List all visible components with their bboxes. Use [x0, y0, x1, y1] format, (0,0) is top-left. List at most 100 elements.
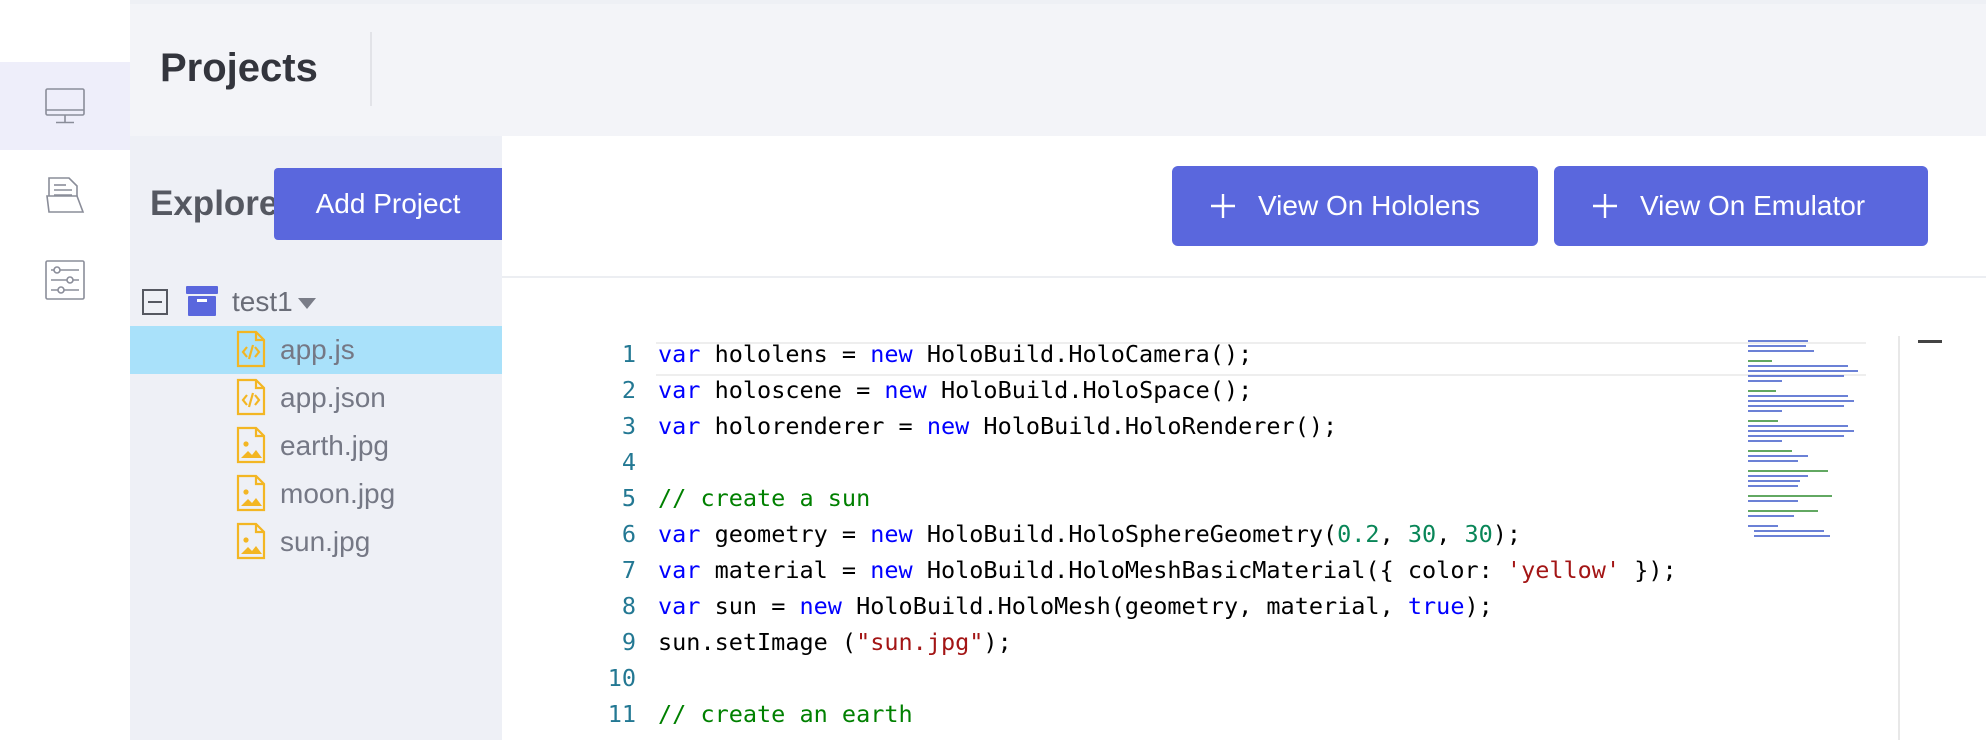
- monitor-icon: [45, 88, 85, 124]
- code-token: new: [870, 340, 913, 368]
- explorer-label: Explore: [150, 184, 279, 223]
- code-token: );: [1492, 520, 1522, 548]
- overview-ruler-marker: [1918, 340, 1942, 343]
- line-number: 9: [621, 628, 636, 656]
- plus-icon: [1593, 194, 1617, 218]
- code-token: holorenderer =: [700, 412, 927, 440]
- line-number: 8: [621, 592, 636, 620]
- line-number: 5: [621, 484, 636, 512]
- code-token: var: [658, 340, 701, 368]
- code-token: hololens =: [700, 340, 871, 368]
- code-line[interactable]: 9 sun.setImage ("sun.jpg");: [552, 624, 1852, 660]
- code-token: var: [658, 520, 701, 548]
- code-line[interactable]: 11 // create an earth: [552, 696, 1852, 732]
- code-file-icon: [236, 330, 266, 368]
- explorer-panel: Explore Add Project test1 app.js app.json…: [130, 136, 502, 740]
- page-title: Projects: [160, 46, 318, 90]
- file-name: sun.jpg: [280, 526, 371, 557]
- code-token: // create a sun: [658, 484, 871, 512]
- code-file-icon: [236, 378, 266, 416]
- view-on-hololens-button[interactable]: View On Hololens: [1172, 166, 1538, 246]
- image-file-icon: [236, 474, 266, 512]
- editor-scrollbar-track[interactable]: [1898, 336, 1900, 740]
- code-text: sun.setImage ("sun.jpg");: [658, 624, 1012, 660]
- line-number: 11: [607, 700, 636, 728]
- code-token: 'yellow': [1506, 556, 1621, 584]
- code-line[interactable]: 5 // create a sun: [552, 480, 1852, 516]
- code-text: // create a sun: [658, 480, 870, 516]
- code-line[interactable]: 3 var holorenderer = new HoloBuild.HoloRe…: [552, 408, 1852, 444]
- code-token: holoscene =: [700, 376, 885, 404]
- plus-icon: [1211, 194, 1235, 218]
- left-rail: [0, 0, 130, 740]
- code-line[interactable]: 1 var hololens = new HoloBuild.HoloCamera…: [552, 336, 1852, 372]
- code-line[interactable]: 7 var material = new HoloBuild.HoloMeshBa…: [552, 552, 1852, 588]
- tree-folder-test1[interactable]: test1: [130, 278, 502, 326]
- line-number: 4: [621, 448, 636, 476]
- caret-down-icon[interactable]: [298, 298, 316, 309]
- code-text: var sun = new HoloBuild.HoloMesh(geometr…: [658, 588, 1493, 624]
- code-token: new: [799, 592, 842, 620]
- image-file-icon: [236, 522, 266, 560]
- code-line[interactable]: 6 var geometry = new HoloBuild.HoloSphere…: [552, 516, 1852, 552]
- code-text: // create an earth: [658, 696, 913, 732]
- folder-name: test1: [232, 286, 293, 317]
- add-project-button[interactable]: Add Project: [274, 168, 502, 240]
- code-token: var: [658, 376, 701, 404]
- file-name: moon.jpg: [280, 478, 396, 509]
- code-token: HoloBuild.HoloRenderer();: [969, 412, 1338, 440]
- tree-file-item[interactable]: moon.jpg: [130, 470, 502, 518]
- code-token: });: [1620, 556, 1677, 584]
- code-text: var holorenderer = new HoloBuild.HoloRen…: [658, 408, 1337, 444]
- line-number: 1: [621, 340, 636, 368]
- code-token: 30: [1407, 520, 1437, 548]
- header-divider: [370, 32, 372, 106]
- code-token: ,: [1379, 520, 1408, 548]
- collapse-icon[interactable]: [142, 289, 168, 315]
- view-on-emulator-label: View On Emulator: [1640, 190, 1866, 221]
- code-token: new: [926, 412, 970, 440]
- code-token: HoloBuild.HoloMesh(geometry, material,: [841, 592, 1408, 620]
- tree-file-item[interactable]: sun.jpg: [130, 518, 502, 566]
- code-token: material =: [700, 556, 871, 584]
- code-token: new: [870, 520, 913, 548]
- image-file-icon: [236, 426, 266, 464]
- tree-file-item[interactable]: earth.jpg: [130, 422, 502, 470]
- code-line[interactable]: 4: [552, 444, 1852, 480]
- rail-item-settings[interactable]: [0, 236, 130, 324]
- code-token: "sun.jpg": [856, 628, 984, 656]
- code-text: var hololens = new HoloBuild.HoloCamera(…: [658, 336, 1252, 372]
- view-on-emulator-button[interactable]: View On Emulator: [1554, 166, 1928, 246]
- code-token: var: [658, 592, 701, 620]
- file-name: app.js: [280, 334, 355, 365]
- code-token: 0.2: [1337, 520, 1380, 548]
- file-name: earth.jpg: [280, 430, 389, 461]
- code-line[interactable]: 10: [552, 660, 1852, 696]
- code-token: );: [983, 628, 1012, 656]
- code-text: var geometry = new HoloBuild.HoloSphereG…: [658, 516, 1521, 552]
- file-name: app.json: [280, 382, 386, 413]
- code-token: );: [1464, 592, 1493, 620]
- code-token: sun =: [700, 592, 800, 620]
- rail-item-documents[interactable]: [0, 150, 130, 238]
- main-panel: View On Hololens View On Emulator 1 var h…: [502, 136, 1986, 740]
- tree-file-item[interactable]: app.js: [130, 326, 502, 374]
- code-token: geometry =: [700, 520, 871, 548]
- code-editor[interactable]: 1 var hololens = new HoloBuild.HoloCamera…: [552, 336, 1942, 740]
- code-token: // create an earth: [658, 700, 913, 728]
- page-header: Projects: [130, 4, 1986, 136]
- code-token: new: [870, 556, 913, 584]
- code-token: ,: [1436, 520, 1465, 548]
- sliders-icon: [45, 260, 85, 300]
- code-token: HoloBuild.HoloSpace();: [926, 376, 1253, 404]
- tree-file-item[interactable]: app.json: [130, 374, 502, 422]
- code-text: var material = new HoloBuild.HoloMeshBas…: [658, 552, 1677, 588]
- rail-item-projects[interactable]: [0, 62, 130, 150]
- editor-minimap[interactable]: [1748, 340, 1888, 540]
- code-line[interactable]: 8 var sun = new HoloBuild.HoloMesh(geomet…: [552, 588, 1852, 624]
- code-token: var: [658, 412, 701, 440]
- code-line[interactable]: 2 var holoscene = new HoloBuild.HoloSpace…: [552, 372, 1852, 408]
- code-token: new: [884, 376, 927, 404]
- line-number: 7: [621, 556, 636, 584]
- code-token: var: [658, 556, 701, 584]
